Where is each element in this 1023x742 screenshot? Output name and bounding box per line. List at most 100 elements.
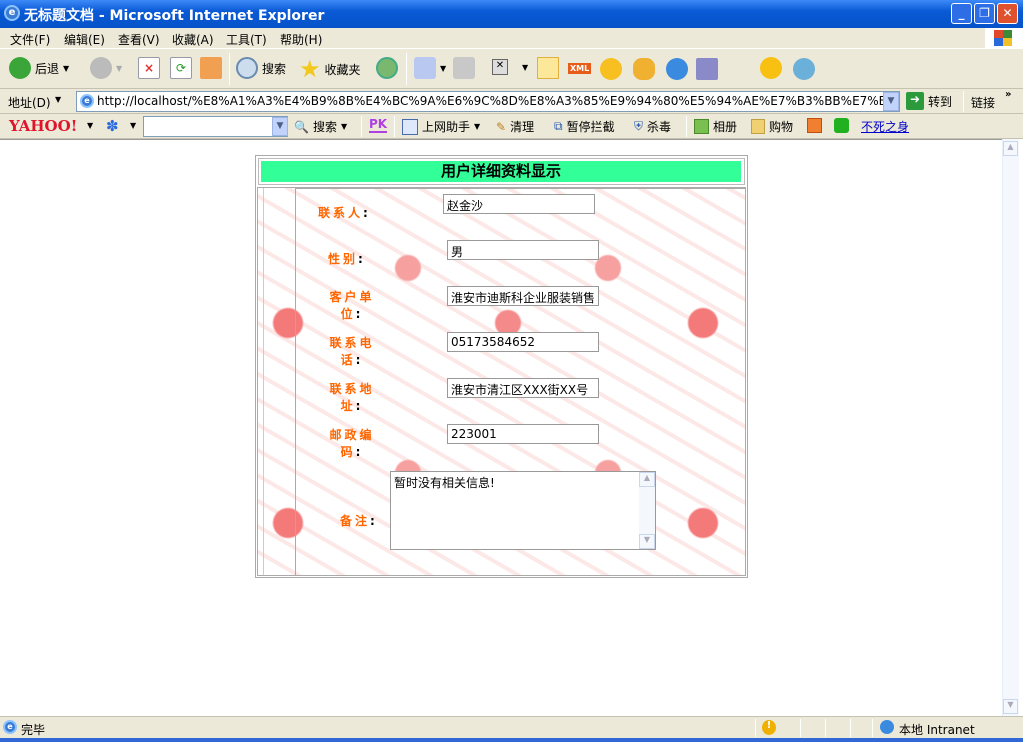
stop-button[interactable]: × [138,57,160,79]
menu-view[interactable]: 查看(V) [118,31,160,48]
msn-icon[interactable] [793,58,815,80]
label-address: 联系地址: [329,382,375,413]
back-label: 后退 [35,61,60,76]
label-gender: 性别: [328,252,366,266]
pk-button[interactable]: PK [369,117,388,133]
shopping-bag-icon [751,119,765,134]
dropdown-icon[interactable]: ▼ [87,121,93,130]
search-button[interactable]: 搜索 [236,57,286,79]
windows-icon: ⧉ [554,119,563,133]
intranet-icon [880,720,894,734]
album-button[interactable]: 相册 [694,118,737,135]
note-icon[interactable] [537,57,559,79]
address-field[interactable]: 淮安市清江区XXX街XX号 [447,378,599,398]
go-arrow-icon: ➜ [906,92,924,110]
address-input[interactable]: e http://localhost/%E8%A1%A3%E4%B9%8B%E4… [76,91,900,112]
scroll-down-button[interactable]: ▼ [1003,699,1018,714]
dropdown-icon[interactable]: ▼ [440,64,446,73]
refresh-button[interactable]: ⟳ [170,57,192,79]
dropdown-icon[interactable]: ▼ [55,95,61,104]
scroll-up-button[interactable]: ▲ [639,472,655,487]
page-icon: e [3,720,17,734]
search-label: 搜索 [312,120,337,134]
messenger-mail-icon[interactable] [600,58,622,80]
history-button[interactable] [376,57,398,79]
forward-button[interactable]: ▼ [90,57,122,79]
address-dropdown[interactable]: ▼ [883,92,899,111]
memo-text: 暂时没有相关信息! [394,476,495,490]
contact-field[interactable]: 赵金沙 [443,194,595,214]
broom-icon: ✎ [496,119,507,134]
label-company: 客户单位: [329,290,375,321]
menu-bar: 文件(F) 编辑(E) 查看(V) 收藏(A) 工具(T) 帮助(H) [0,28,1023,49]
company-field[interactable]: 淮安市迪斯科企业服装销售 [447,286,599,306]
research-icon[interactable] [696,58,718,80]
memo-textarea[interactable]: 暂时没有相关信息! ▲ ▼ [390,471,656,550]
dropdown-icon[interactable]: ▼ [522,63,528,72]
dropdown-icon: ▼ [340,122,348,131]
link-bushizhishen[interactable]: 不死之身 [861,118,909,135]
maximize-button[interactable]: ❐ [974,3,995,24]
go-button[interactable]: ➜ 转到 [906,92,952,110]
warning-icon[interactable]: ! [762,720,776,735]
clean-button[interactable]: ✎ 清理 [496,118,534,135]
home-button[interactable] [200,57,222,79]
chevron-icon[interactable]: » [1005,89,1011,100]
history-icon [376,57,398,79]
album-label: 相册 [713,120,738,134]
dropdown-icon: ▼ [474,122,481,131]
menu-file[interactable]: 文件(F) [10,31,50,48]
divider [295,188,745,189]
forward-arrow-icon [90,57,112,79]
standard-toolbar: 后退 ▼ ▼ × ⟳ 搜索 ★ 收藏夹 ▼ ✕ ▼ XML [0,49,1023,89]
links-button[interactable]: 链接 [971,94,995,111]
menu-edit[interactable]: 编辑(E) [64,31,105,48]
money-bag-icon[interactable] [633,58,655,80]
back-button[interactable]: 后退 ▼ [9,57,69,79]
headphones-icon[interactable] [834,118,849,133]
menu-favorites[interactable]: 收藏(A) [172,31,214,48]
scroll-up-button[interactable]: ▲ [1003,141,1018,156]
memo-scrollbar[interactable]: ▲ ▼ [639,472,655,549]
yahoo-search-button[interactable]: 🔍 搜索 ▼ [294,118,347,135]
yahoo-logo[interactable]: YAHOO! [9,117,77,135]
menu-help[interactable]: 帮助(H) [280,31,322,48]
phone-field[interactable]: 05173584652 [447,332,599,352]
star-icon: ★ [299,55,321,83]
checkbox-icon [402,118,418,135]
edit-button[interactable]: ✕ ▼ [492,59,528,75]
address-url: http://localhost/%E8%A1%A3%E4%B9%8B%E4%B… [97,94,900,108]
ie-icon: e [4,5,20,21]
flower-icon[interactable]: ✽ [106,117,119,135]
postcode-field[interactable]: 223001 [447,424,599,444]
printer-icon [453,57,475,79]
check-icon[interactable] [666,58,688,80]
popup-block-button[interactable]: ⧉ 暂停拦截 [554,118,615,135]
xml-icon[interactable]: XML [568,63,592,74]
dropdown-icon[interactable]: ▼ [130,121,136,130]
yahoo-search-input[interactable] [143,116,288,137]
smiley-icon[interactable] [760,57,782,79]
label-contact: 联系人: [318,206,371,220]
shield-icon: ⛨ [634,119,644,133]
minimize-button[interactable]: _ [951,3,972,24]
antivirus-button[interactable]: ⛨ 杀毒 [634,118,671,135]
mail-button[interactable]: ▼ [414,57,446,79]
gender-field[interactable]: 男 [447,240,599,260]
zone-text: 本地 Intranet [899,723,975,737]
vertical-scrollbar[interactable]: ▲ ▼ [1002,139,1019,716]
assistant-button[interactable]: 上网助手 ▼ [402,118,480,135]
popup-label: 暂停拦截 [566,120,615,134]
dropdown-icon[interactable]: ▼ [63,64,69,73]
edit-icon: ✕ [492,59,508,75]
back-arrow-icon [9,57,31,79]
shopping-button[interactable]: 购物 [751,118,793,135]
rss-icon[interactable] [807,118,822,133]
print-button[interactable] [453,57,475,79]
favorites-button[interactable]: ★ 收藏夹 [299,55,361,83]
yahoo-search-dropdown[interactable]: ▼ [272,117,288,136]
close-button[interactable]: ✕ [997,3,1018,24]
favorites-label: 收藏夹 [324,62,361,77]
menu-tools[interactable]: 工具(T) [226,31,267,48]
scroll-down-button[interactable]: ▼ [639,534,655,549]
